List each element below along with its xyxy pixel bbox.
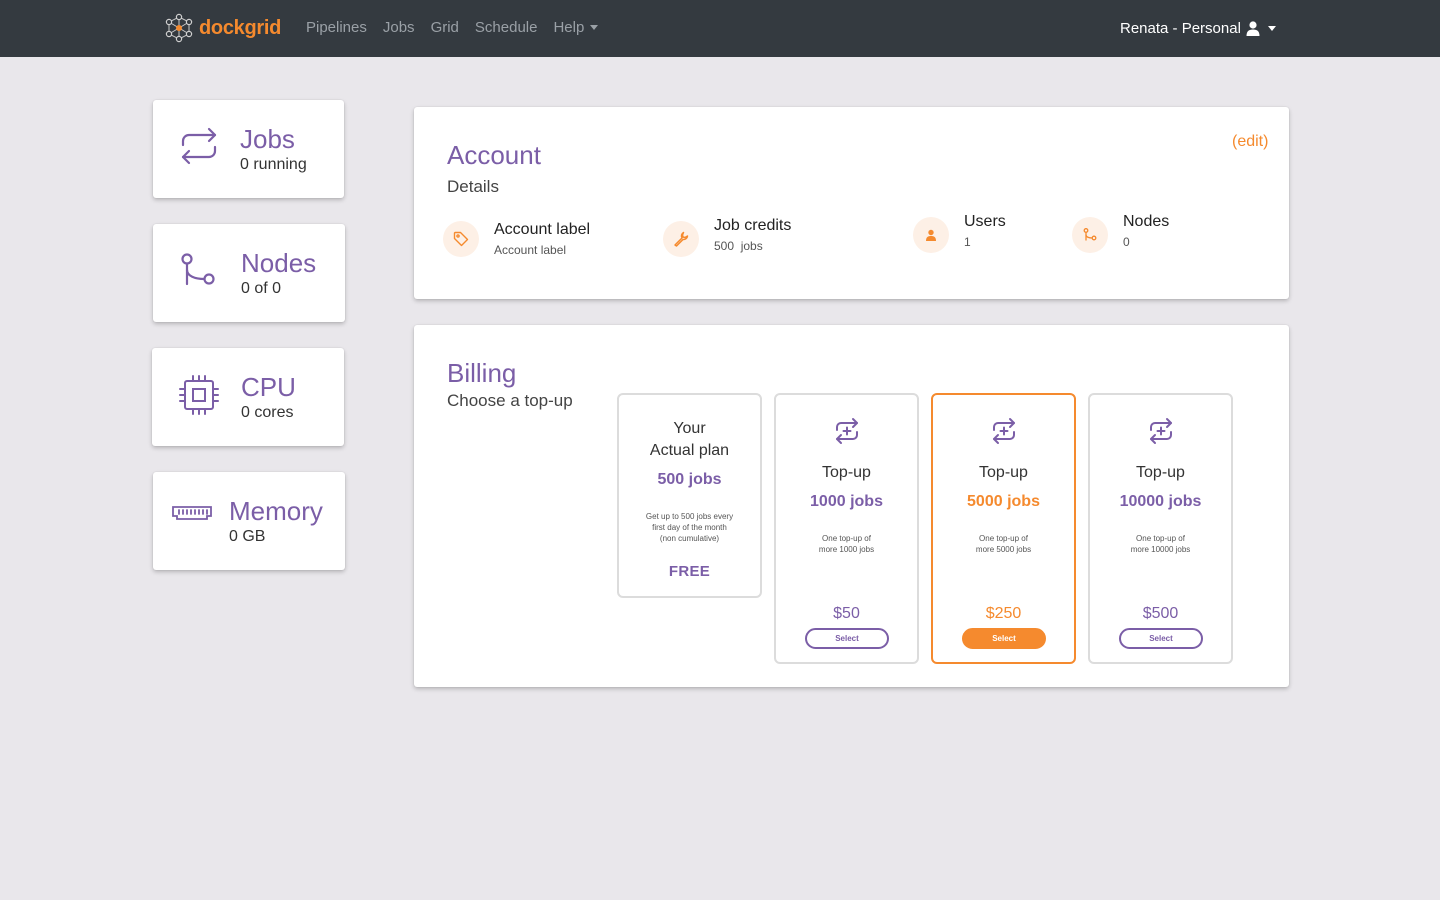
billing-subtitle: Choose a top-up — [447, 391, 573, 410]
nav-help-dropdown[interactable]: Help — [553, 18, 599, 36]
nodes-stat-card[interactable]: Nodes 0 of 0 — [153, 224, 345, 322]
nav-schedule[interactable]: Schedule — [475, 19, 538, 36]
topup-1000-title: Top-up — [822, 464, 871, 481]
nav-grid[interactable]: Grid — [431, 19, 459, 36]
tag-icon — [443, 221, 479, 257]
jobs-stat-title: Jobs — [240, 124, 295, 154]
topup-5000-desc-line1: One top-up of — [979, 534, 1028, 543]
jobs-stat-card[interactable]: Jobs 0 running — [153, 100, 344, 198]
top-navbar: dockgrid Pipelines Jobs Grid Schedule He… — [0, 0, 1440, 57]
nodes-value: 0 — [1123, 235, 1130, 249]
topup-5000-title: Top-up — [979, 464, 1028, 481]
wrench-icon — [663, 221, 699, 257]
memory-stat-value: 0 GB — [229, 528, 266, 545]
topup-5000-select-button[interactable]: Select — [962, 628, 1046, 649]
current-plan-title-line2: Actual plan — [649, 442, 730, 459]
current-plan-price: FREE — [668, 563, 711, 580]
topup-10000-desc-line1: One top-up of — [1136, 534, 1185, 543]
current-plan-jobs: 500 jobs — [657, 471, 722, 488]
topup-5000-price: $250 — [985, 605, 1022, 622]
users-detail: Users 1 — [913, 213, 1006, 253]
memory-ram-icon — [172, 506, 212, 520]
cpu-chip-icon — [179, 375, 219, 415]
user-menu-dropdown[interactable]: Renata - Personal — [1120, 0, 1276, 56]
topup-1000-select-button[interactable]: Select — [805, 628, 889, 649]
topup-5000-desc-line2: more 5000 jobs — [975, 545, 1032, 554]
topup-exchange-icon — [933, 417, 1074, 445]
job-credits-value: 500 jobs — [714, 239, 763, 253]
cpu-stat-title: CPU — [241, 372, 296, 402]
topup-1000-card[interactable]: Top-up 1000 jobs One top-up of more 1000… — [774, 393, 919, 664]
nodes-stat-value: 0 of 0 — [241, 280, 282, 297]
nodes-stat-title: Nodes — [241, 248, 317, 278]
topup-10000-title: Top-up — [1136, 464, 1185, 481]
account-title: Account — [447, 140, 541, 170]
topup-10000-description: One top-up of more 10000 jobs — [1106, 533, 1215, 555]
user-icon — [1246, 20, 1260, 36]
nodes-detail: Nodes 0 — [1072, 213, 1169, 253]
edit-account-link[interactable]: (edit) — [1232, 133, 1268, 151]
node-branch-icon — [181, 253, 215, 286]
user-menu-label: Renata - Personal — [1120, 19, 1241, 37]
topup-5000-card[interactable]: Top-up 5000 jobs One top-up of more 5000… — [931, 393, 1076, 664]
chevron-down-icon — [1267, 25, 1276, 31]
topup-exchange-icon — [776, 417, 917, 445]
nav-help-label: Help — [553, 18, 585, 36]
billing-title: Billing — [447, 358, 517, 388]
chevron-down-icon — [590, 24, 599, 30]
users-value: 1 — [964, 235, 971, 249]
account-label-label: Account label — [494, 221, 591, 238]
topup-1000-desc-line1: One top-up of — [822, 534, 871, 543]
current-plan-title-line1: Your — [673, 420, 706, 437]
nav-jobs[interactable]: Jobs — [383, 19, 415, 36]
current-plan-desc-line1: Get up to 500 jobs every — [645, 512, 734, 521]
network-logo-icon — [165, 13, 193, 43]
main-nav: Pipelines Jobs Grid Schedule Help — [306, 0, 614, 54]
topup-1000-description: One top-up of more 1000 jobs — [792, 533, 901, 555]
nodes-label: Nodes — [1123, 213, 1170, 230]
topup-10000-card[interactable]: Top-up 10000 jobs One top-up of more 100… — [1088, 393, 1233, 664]
billing-panel: Billing Choose a top-up Your Actual plan… — [414, 325, 1289, 687]
user-icon — [913, 217, 949, 253]
job-credits-detail: Job credits 500 jobs — [663, 217, 791, 257]
topup-10000-price: $500 — [1142, 605, 1179, 622]
brand-name: dockgrid — [199, 16, 282, 39]
jobs-stat-value: 0 running — [240, 156, 307, 173]
topup-1000-jobs: 1000 jobs — [810, 493, 883, 510]
topup-1000-price: $50 — [833, 605, 860, 622]
current-plan-desc-line3: (non cumulative) — [659, 534, 720, 543]
topup-10000-select-button[interactable]: Select — [1119, 628, 1203, 649]
users-label: Users — [964, 213, 1006, 230]
brand-logo[interactable]: dockgrid — [164, 12, 281, 44]
topup-exchange-icon — [1090, 417, 1231, 445]
topup-1000-desc-line2: more 1000 jobs — [818, 545, 875, 554]
repeat-arrows-icon — [181, 127, 217, 165]
memory-stat-card[interactable]: Memory 0 GB — [153, 472, 345, 570]
node-branch-icon — [1072, 217, 1108, 253]
topup-10000-desc-line2: more 10000 jobs — [1130, 545, 1191, 554]
cpu-stat-value: 0 cores — [241, 404, 294, 421]
nav-pipelines[interactable]: Pipelines — [306, 19, 367, 36]
current-plan-card: Your Actual plan 500 jobs Get up to 500 … — [617, 393, 762, 598]
account-label-value: Account label — [494, 243, 567, 257]
current-plan-title: Your Actual plan — [619, 418, 760, 462]
job-credits-label: Job credits — [714, 217, 792, 234]
topup-5000-description: One top-up of more 5000 jobs — [949, 533, 1058, 555]
current-plan-description: Get up to 500 jobs every first day of th… — [629, 511, 750, 544]
cpu-stat-card[interactable]: CPU 0 cores — [152, 348, 344, 446]
topup-5000-jobs: 5000 jobs — [967, 493, 1040, 510]
account-label-detail: Account label Account label — [443, 221, 590, 257]
current-plan-desc-line2: first day of the month — [652, 523, 727, 532]
topup-10000-jobs: 10000 jobs — [1119, 493, 1202, 510]
memory-stat-title: Memory — [229, 496, 323, 526]
account-subtitle: Details — [447, 177, 499, 196]
account-panel: Account Details (edit) Account label Acc… — [414, 107, 1289, 299]
